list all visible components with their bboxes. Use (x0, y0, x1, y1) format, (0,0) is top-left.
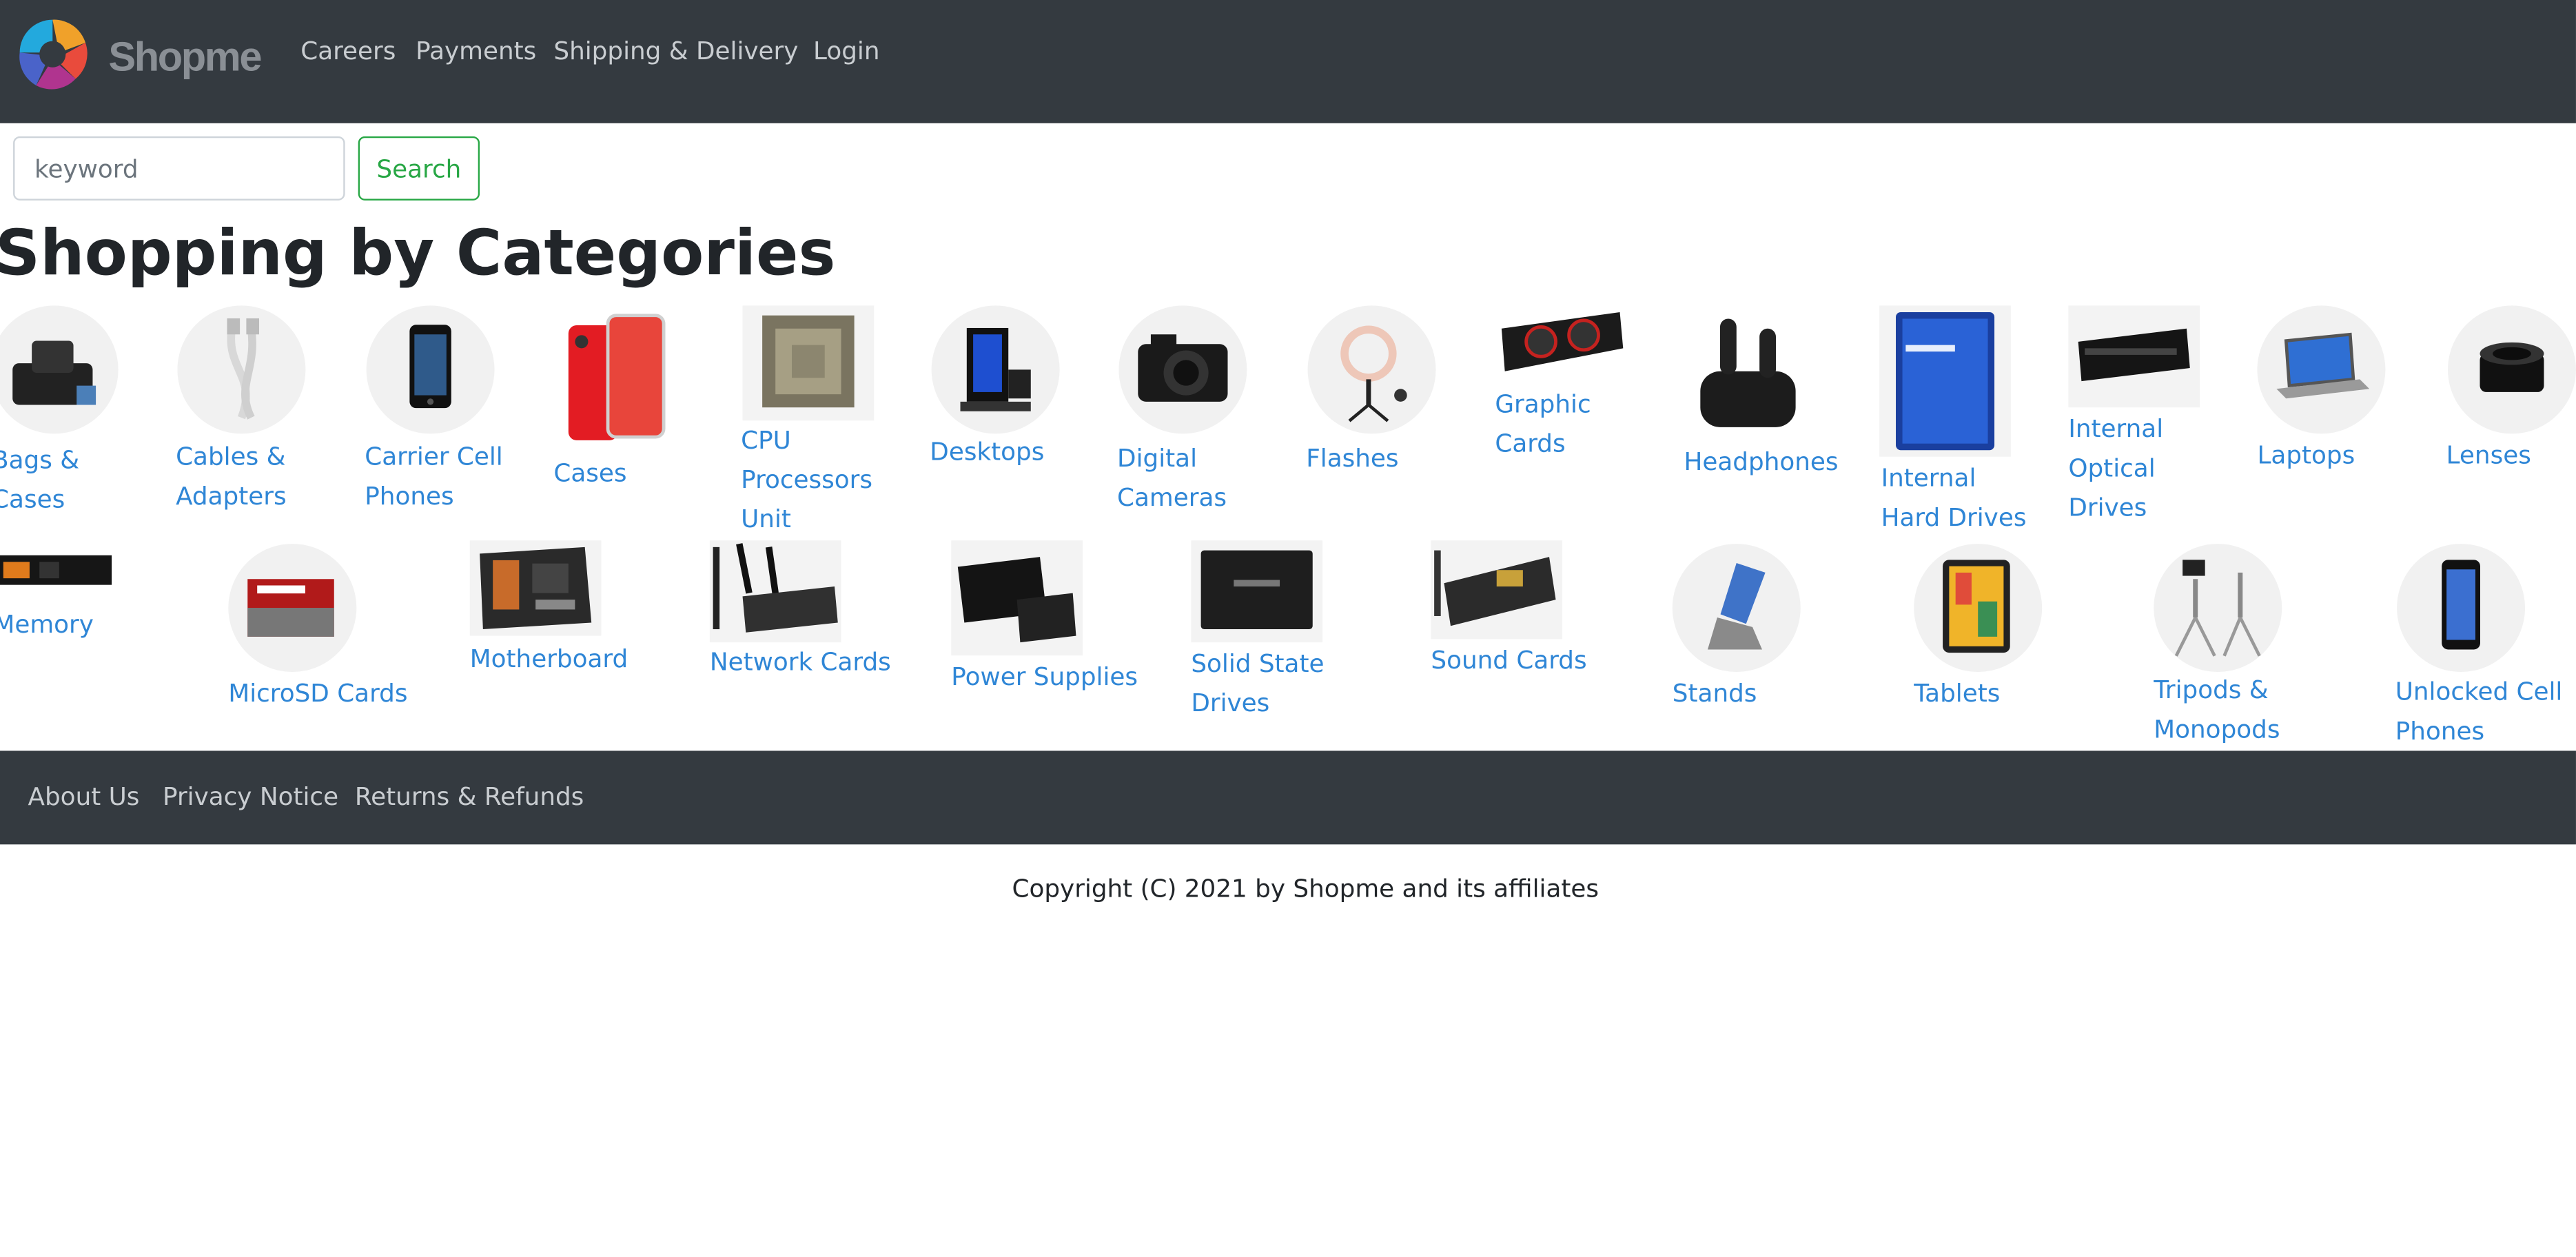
copyright-text: Copyright (C) 2021 by Shopme and its aff… (1012, 874, 1599, 904)
category-label: Motherboard (469, 644, 628, 674)
network-card-icon (709, 540, 841, 643)
category-label: Memory (0, 609, 94, 640)
category-label: Drives (1191, 688, 1270, 718)
category-label: Tablets (1914, 678, 2001, 708)
power-supply-icon (951, 540, 1083, 656)
nav-careers[interactable]: Careers (300, 36, 396, 65)
category-label: Tripods & (2154, 675, 2269, 705)
laptop-icon (2257, 305, 2386, 434)
desktop-icon (931, 305, 1060, 434)
category-label: Headphones (1684, 447, 1839, 477)
category-label: Sound Cards (1431, 645, 1587, 675)
ssd-icon (1191, 540, 1323, 643)
footer-privacy-notice[interactable]: Privacy Notice (163, 782, 338, 812)
category-label: Phones (2395, 716, 2485, 746)
optical-drive-icon (2068, 305, 2200, 408)
ring-light-icon (1307, 305, 1436, 434)
category-label: Unit (741, 504, 791, 534)
nav-login[interactable]: Login (813, 36, 879, 65)
stand-icon (1672, 544, 1801, 673)
phone-case-icon (555, 309, 680, 451)
category-label: Cables & (176, 442, 286, 472)
category-label: Bags & (0, 445, 80, 475)
tablet-icon (1914, 544, 2043, 673)
category-label: Cards (1495, 429, 1566, 459)
category-label: Processors (741, 464, 872, 495)
bag-icon (0, 305, 119, 434)
category-label: Hard Drives (1881, 502, 2027, 533)
category-label: Solid State (1191, 648, 1325, 679)
category-label: Monopods (2154, 714, 2280, 744)
brand-name: Shopme (108, 34, 262, 81)
shopme-logo-icon (19, 19, 88, 90)
sound-card-icon (1431, 540, 1563, 640)
sd-card-icon (228, 544, 357, 673)
motherboard-icon (469, 540, 602, 636)
nav-payments[interactable]: Payments (416, 36, 536, 65)
category-label: Cases (553, 458, 627, 489)
category-label: MicroSD Cards (228, 678, 408, 708)
category-label: Carrier Cell (365, 442, 503, 472)
category-label: Cameras (1117, 482, 1227, 513)
hard-drive-icon (1879, 305, 2011, 457)
search-button[interactable]: Search (358, 136, 480, 201)
category-label: Digital (1117, 443, 1198, 473)
nav-shipping-delivery[interactable]: Shipping & Delivery (553, 36, 798, 65)
category-label: Phones (365, 481, 454, 511)
category-label: Internal (2068, 413, 2164, 444)
category-label: Power Supplies (951, 662, 1138, 692)
footer-about-us[interactable]: About Us (28, 782, 140, 812)
category-label: Unlocked Cell (2395, 677, 2563, 707)
category-label: Network Cards (709, 647, 891, 677)
memory-icon (0, 542, 115, 598)
category-label: Internal (1881, 463, 1976, 493)
category-label: Graphic (1495, 389, 1591, 419)
category-label: Laptops (2257, 440, 2355, 470)
category-label: Optical (2068, 453, 2156, 483)
category-label: Cases (0, 484, 65, 515)
page-title: Shopping by Categories (0, 216, 836, 289)
cable-icon (177, 305, 306, 434)
cpu-icon (742, 305, 875, 421)
camera-icon (1118, 305, 1247, 434)
smartphone-icon (2397, 544, 2526, 673)
shopme-logo[interactable]: Shopme (10, 10, 266, 99)
category-label: Desktops (930, 437, 1045, 467)
footer-returns-refunds[interactable]: Returns & Refunds (355, 782, 584, 812)
search-input[interactable] (13, 136, 345, 201)
category-label: CPU (741, 425, 791, 456)
phone-icon (366, 305, 495, 434)
category-label: Flashes (1306, 443, 1399, 473)
gpu-icon (1495, 305, 1627, 385)
lens-icon (2448, 305, 2576, 434)
category-label: Drives (2068, 493, 2147, 523)
category-label: Lenses (2446, 440, 2531, 470)
tripod-icon (2154, 544, 2282, 673)
earbuds-icon (1684, 305, 1812, 440)
category-label: Stands (1672, 678, 1757, 708)
category-label: Adapters (176, 481, 287, 511)
